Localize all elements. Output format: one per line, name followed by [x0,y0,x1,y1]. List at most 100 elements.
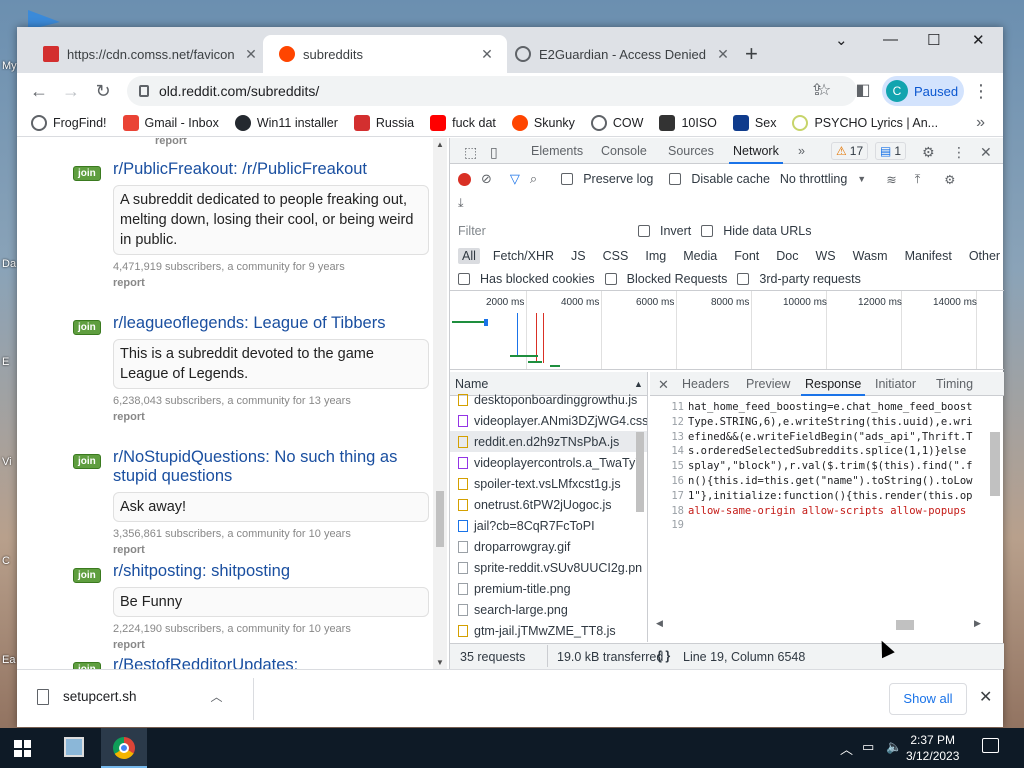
subreddit-title-link[interactable]: r/shitposting: shitposting [113,562,429,581]
bookmark-10iso[interactable]: 10ISO [659,114,717,131]
request-row[interactable]: search-large.png [450,599,647,620]
tab-initiator[interactable]: Initiator [875,377,916,391]
settings-gear-icon[interactable]: ⚙ [922,144,935,161]
tab-subreddits[interactable]: subreddits ✕ [263,35,507,73]
bookmark-skunky[interactable]: Skunky [511,114,575,131]
report-link[interactable]: report [113,277,429,289]
request-row[interactable]: droparrowgray.gif [450,536,647,557]
response-code-view[interactable]: 11 hat_home_feed_boosting=e.chat_home_fee… [650,400,990,600]
chevron-up-icon[interactable]: ︿ [211,688,223,705]
bookmark-star-icon[interactable]: ☆ [812,79,836,103]
page-scrollbar[interactable]: ▲ ▼ [433,138,447,669]
type-doc[interactable]: Doc [772,248,802,264]
request-row-selected[interactable]: reddit.en.d2h9zTNsPbA.js [450,431,647,452]
network-icon[interactable]: ▭ [862,739,874,755]
preserve-log-checkbox[interactable] [561,173,574,185]
request-row[interactable]: jail?cb=8CqR7FcToPI [450,515,647,536]
pictures-app-icon[interactable] [64,737,84,757]
type-other[interactable]: Other [965,248,1004,264]
scroll-up-arrow-icon[interactable]: ▲ [433,140,447,149]
tab-elements[interactable]: Elements [531,144,583,158]
new-tab-button[interactable]: + [745,41,758,67]
horizontal-thumb[interactable] [896,620,914,630]
tab-headers[interactable]: Headers [682,377,729,391]
export-har-icon[interactable]: ⤓ [458,196,464,211]
filter-funnel-icon[interactable]: ▽ [510,171,520,187]
device-toolbar-icon[interactable]: ▯ [490,144,498,161]
request-row[interactable]: gtm-jail.jTMwZME_TT8.js [450,620,647,641]
subreddit-title-link[interactable]: r/NoStupidQuestions: No such thing as st… [113,448,429,486]
bookmarks-overflow-icon[interactable]: » [976,114,985,132]
join-button[interactable]: join [73,454,101,469]
close-download-bar-icon[interactable]: ✕ [979,687,992,707]
side-panel-icon[interactable]: ◧ [851,79,875,103]
profile-button[interactable]: C Paused [882,76,964,106]
subreddit-title-link[interactable]: r/leagueoflegends: League of Tibbers [113,314,429,333]
start-button[interactable] [14,740,31,757]
invert-checkbox[interactable] [638,225,650,237]
request-row[interactable]: videoplayer.ANmi3DZjWG4.css [450,410,647,431]
close-tab-icon[interactable]: ✕ [243,46,259,63]
type-all[interactable]: All [458,248,480,264]
close-tab-icon[interactable]: ✕ [479,46,495,63]
back-button[interactable]: ← [27,79,51,103]
hide-data-urls-checkbox[interactable] [701,225,714,237]
bookmark-gmail[interactable]: Gmail - Inbox [122,114,219,131]
join-button[interactable]: join [73,568,101,583]
throttling-dropdown-icon[interactable]: ▼ [857,174,866,184]
more-tabs-button[interactable]: » [798,144,805,158]
type-img[interactable]: Img [641,248,670,264]
inspect-element-icon[interactable]: ⬚ [464,144,477,161]
maximize-button[interactable]: ☐ [927,31,940,49]
download-item[interactable]: setupcert.sh ︿ [37,688,223,705]
tab-search-button[interactable]: ⌄ [835,31,848,49]
type-js[interactable]: JS [567,248,590,264]
warnings-badge[interactable]: ⚠ 17 [831,142,869,160]
subreddit-title-link[interactable]: r/PublicFreakout: /r/PublicFreakout [113,160,429,179]
show-all-button[interactable]: Show all [889,683,967,715]
network-overview-timeline[interactable]: 2000 ms 4000 ms 6000 ms 8000 ms 10000 ms… [450,290,1004,370]
code-vertical-scrollbar[interactable] [990,432,1000,496]
import-har-icon[interactable]: ⤒ [915,172,921,187]
forward-button[interactable]: → [59,79,83,103]
bookmark-russia[interactable]: Russia [353,114,414,131]
third-party-checkbox[interactable] [737,273,750,285]
report-link[interactable]: report [155,138,187,147]
report-link[interactable]: report [113,411,429,423]
join-button[interactable]: join [73,662,101,669]
subreddit-title-link[interactable]: r/BestofRedditorUpdates: [113,656,429,669]
request-row[interactable]: premium-title.png [450,578,647,599]
bookmark-frogfind[interactable]: FrogFind! [31,114,107,131]
request-row[interactable]: spoiler-text.vsLMfxcst1g.js [450,473,647,494]
request-row[interactable]: videoplayercontrols.a_TwaTy7 [450,452,647,473]
tab-sources[interactable]: Sources [668,144,714,158]
throttling-select[interactable]: No throttling [780,172,847,186]
scroll-left-icon[interactable]: ◀ [656,618,663,629]
code-horizontal-scrollbar[interactable]: ◀ ▶ [656,618,981,632]
blocked-cookies-checkbox[interactable] [458,273,470,285]
close-detail-icon[interactable]: ✕ [658,377,669,393]
tab-network[interactable]: Network [729,144,783,164]
blocked-requests-checkbox[interactable] [604,273,617,285]
scrollbar-thumb[interactable] [436,491,444,547]
clear-icon[interactable]: ⊘ [481,171,492,187]
devtools-menu-icon[interactable]: ⋮ [952,144,966,161]
chrome-taskbar-button[interactable] [101,728,147,768]
tab-favicon-svg[interactable]: https://cdn.comss.net/favicon.sv ✕ [27,35,271,73]
type-fetch-xhr[interactable]: Fetch/XHR [489,248,558,264]
close-devtools-icon[interactable]: ✕ [980,144,992,161]
filter-input[interactable]: Filter [458,224,628,238]
network-settings-gear-icon[interactable]: ⚙ [944,172,955,187]
tab-preview[interactable]: Preview [746,377,790,391]
volume-icon[interactable]: 🔈 [886,739,902,755]
messages-badge[interactable]: ▤ 1 [875,142,907,160]
network-conditions-icon[interactable]: ≋ [886,172,896,187]
notifications-icon[interactable] [982,738,999,753]
disable-cache-checkbox[interactable] [669,173,682,185]
minimize-button[interactable]: — [883,31,898,48]
request-list-scrollbar[interactable] [636,432,644,512]
bookmark-fuck-dat[interactable]: fuck dat [430,114,496,131]
report-link[interactable]: report [113,639,429,651]
tab-e2guardian[interactable]: E2Guardian - Access Denied ✕ [499,35,743,73]
close-window-button[interactable]: ✕ [972,31,985,49]
